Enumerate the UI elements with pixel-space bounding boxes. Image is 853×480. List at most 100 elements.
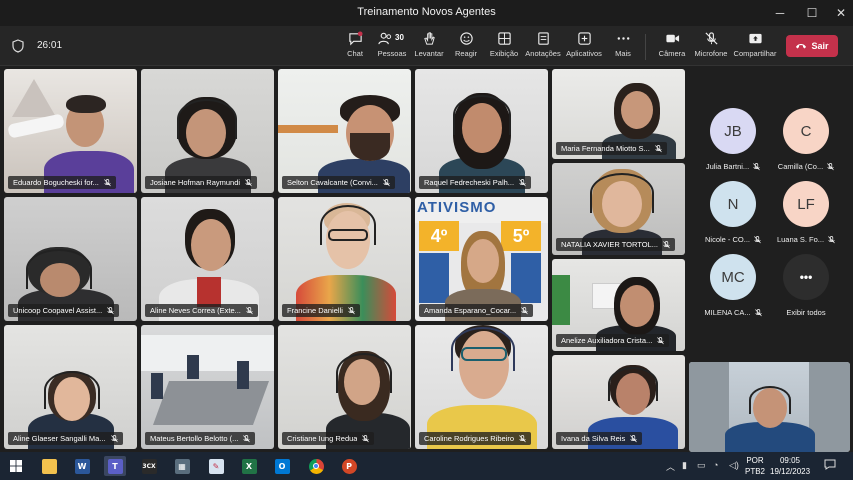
volume-icon[interactable]: ◁): [729, 460, 739, 471]
camera-label: Câmera: [658, 49, 686, 58]
mic-off-icon: [519, 434, 526, 442]
calculator-taskbar-button[interactable]: ▦: [171, 456, 193, 476]
maximize-button[interactable]: ☐: [797, 0, 827, 26]
close-button[interactable]: ✕: [826, 0, 853, 26]
grid-icon: [497, 32, 511, 45]
video-tile[interactable]: Raquel Fedrecheski Palh...: [415, 69, 548, 193]
video-tile[interactable]: Selton Cavalcante (Convi...: [278, 69, 411, 193]
mic-off-icon: [348, 306, 355, 314]
camera-button[interactable]: Câmera: [650, 30, 694, 64]
video-tile[interactable]: Unicoop Coopavel Assist...: [4, 197, 137, 321]
participant-name: Aline Neves Correa (Exte...: [145, 304, 258, 317]
mic-label: Microfone: [694, 49, 728, 58]
participant-avatar[interactable]: LF Luana S. Fo...: [775, 181, 837, 249]
language-indicator[interactable]: POR PTB2: [742, 455, 768, 477]
notes-label: Anotações: [525, 49, 561, 58]
participant-avatar[interactable]: C Camilla (Co...: [775, 108, 837, 176]
video-tile[interactable]: NATALIA XAVIER TORTOL...: [552, 163, 685, 255]
view-label: Exibição: [489, 49, 519, 58]
emoji-icon: [459, 32, 473, 45]
raise-label: Levantar: [414, 49, 444, 58]
self-view-tile[interactable]: [689, 362, 850, 452]
start-button[interactable]: [5, 456, 27, 476]
share-icon: [748, 33, 762, 44]
show-all-label: Exibir todos: [786, 308, 826, 317]
avatar-initials: C: [783, 108, 829, 154]
chrome-taskbar-button[interactable]: [305, 456, 327, 476]
microphone-button[interactable]: Microfone: [689, 30, 733, 64]
excel-taskbar-button[interactable]: X: [238, 456, 260, 476]
chat-bubble-icon: [824, 459, 836, 470]
toolbar-divider: [645, 34, 646, 60]
usb-icon[interactable]: ▮: [682, 460, 687, 471]
powerpoint-taskbar-button[interactable]: P: [338, 456, 360, 476]
outlook-taskbar-button[interactable]: O: [271, 456, 293, 476]
windows-taskbar: W T 3CX ▦ ✎ X O P ︿ ▮ ▭ ◔ ◁) POR PTB2 09:…: [0, 452, 853, 480]
explorer-taskbar-button[interactable]: [38, 456, 60, 476]
more-button[interactable]: Mais: [601, 30, 645, 64]
show-all-button[interactable]: ••• Exibir todos: [775, 254, 837, 322]
video-tile[interactable]: Eduardo Bogucheski for...: [4, 69, 137, 193]
participant-name: Aline Glaeser Sangalli Ma...: [8, 432, 123, 445]
avatar-name: Camilla (Co...: [777, 162, 824, 171]
poster-word: ATIVISMO: [417, 199, 497, 216]
paint-taskbar-button[interactable]: ✎: [205, 456, 227, 476]
mic-off-icon: [383, 178, 390, 186]
mic-off-icon: [827, 162, 835, 170]
avatar-initials: LF: [783, 181, 829, 227]
participant-avatar[interactable]: MC MILENA CA...: [702, 254, 764, 322]
participant-avatar[interactable]: JB Julia Bartni...: [702, 108, 764, 176]
word-icon: W: [74, 458, 90, 474]
participant-name: Selton Cavalcante (Convi...: [282, 176, 395, 189]
participant-name: Cristiane Iung Redua: [282, 432, 375, 445]
video-tile[interactable]: ATIVISMO 4º 5º Amanda Esparano_Cocar...: [415, 197, 548, 321]
participant-avatar[interactable]: N Nicole - CO...: [702, 181, 764, 249]
avatar-initials: N: [710, 181, 756, 227]
video-tile-active-speaker[interactable]: Francine Danielli: [278, 197, 411, 321]
participant-name: Amanda Esparano_Cocar...: [419, 304, 534, 317]
apps-button[interactable]: Aplicativos: [562, 30, 606, 64]
video-tile[interactable]: Cristiane Iung Redua: [278, 325, 411, 449]
leave-button[interactable]: Sair: [786, 35, 838, 57]
wifi-icon[interactable]: ◔: [713, 460, 718, 470]
video-tile[interactable]: Aline Glaeser Sangalli Ma...: [4, 325, 137, 449]
avatar-name: MILENA CA...: [704, 308, 751, 317]
participant-name: Caroline Rodrigues Ribeiro: [419, 432, 532, 445]
network-icon[interactable]: ▭: [697, 460, 706, 471]
chevron-up-icon[interactable]: ︿: [666, 460, 675, 473]
word-taskbar-button[interactable]: W: [71, 456, 93, 476]
avatar-name: Julia Bartni...: [705, 162, 750, 171]
people-count: 30: [395, 33, 404, 42]
video-tile[interactable]: Maria Fernanda Miotto S...: [552, 69, 685, 159]
avatar-initials: MC: [710, 254, 756, 300]
video-tile[interactable]: Caroline Rodrigues Ribeiro: [415, 325, 548, 449]
video-tile[interactable]: Anelize Auxiliadora Crista...: [552, 259, 685, 351]
apps-label: Aplicativos: [566, 49, 602, 58]
video-tile[interactable]: Aline Neves Correa (Exte...: [141, 197, 274, 321]
minimize-button[interactable]: ─: [765, 0, 795, 26]
more-label: Mais: [615, 49, 631, 58]
video-tile[interactable]: Josiane Hofman Raymundi: [141, 69, 274, 193]
mic-off-icon: [519, 178, 526, 186]
notification-icon[interactable]: [824, 458, 836, 472]
share-button[interactable]: Compartilhar: [733, 30, 777, 64]
video-stage: Eduardo Bogucheski for... Josiane Hofman…: [0, 66, 853, 452]
avatar-initials: JB: [710, 108, 756, 154]
3cx-taskbar-button[interactable]: 3CX: [138, 456, 160, 476]
mic-off-icon: [657, 336, 665, 344]
notes-button[interactable]: Anotações: [521, 30, 565, 64]
mic-off-icon: [521, 306, 528, 314]
video-tile[interactable]: Ivana da Silva Reis: [552, 355, 685, 449]
calculator-icon: ▦: [174, 458, 190, 474]
notes-icon: [537, 32, 549, 45]
system-clock[interactable]: 09:05 19/12/2023: [770, 455, 810, 477]
video-tile[interactable]: Mateus Bertollo Belotto (...: [141, 325, 274, 449]
teams-taskbar-button[interactable]: T: [104, 456, 126, 476]
poster-number-1: 4º: [419, 221, 459, 251]
participant-name: Ivana da Silva Reis: [556, 432, 643, 445]
windows-icon: [10, 460, 22, 472]
shield-icon: [12, 39, 24, 53]
participant-name: Mateus Bertollo Belotto (...: [145, 432, 256, 445]
mic-off-icon: [704, 32, 718, 45]
view-button[interactable]: Exibição: [482, 30, 526, 64]
